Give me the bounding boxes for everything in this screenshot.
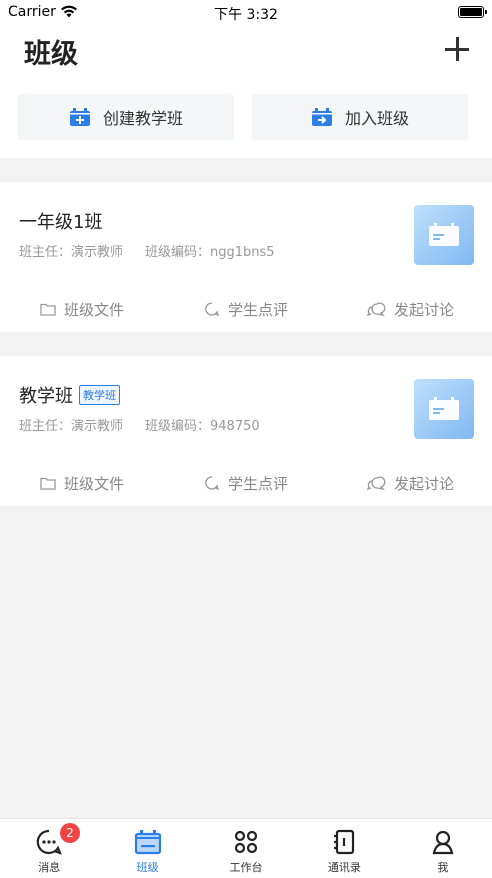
class-card[interactable]: 一年级1班 班主任：演示教师 班级编码：ngg1bns5 班级文件 学生点评 发… <box>0 182 492 332</box>
class-code: 班级编码：ngg1bns5 <box>145 245 275 260</box>
join-class-icon <box>311 108 332 126</box>
join-class-label: 加入班级 <box>344 109 409 128</box>
page-title: 班级 <box>24 39 78 70</box>
class-thumbnail <box>414 205 474 265</box>
discussion-icon <box>366 476 386 491</box>
tab-label: 我 <box>437 861 449 874</box>
message-icon <box>36 829 63 855</box>
tab-classes[interactable]: 班级 <box>98 819 196 878</box>
start-discussion-button[interactable]: 发起讨论 <box>328 468 492 498</box>
tab-messages[interactable]: 2 消息 <box>0 819 98 878</box>
class-code: 班级编码：948750 <box>145 419 260 434</box>
join-class-button[interactable]: 加入班级 <box>252 94 468 140</box>
class-icon <box>134 830 161 855</box>
folder-icon <box>40 303 56 316</box>
class-board-icon <box>429 223 459 246</box>
create-class-label: 创建教学班 <box>102 109 183 128</box>
class-files-button[interactable]: 班级文件 <box>0 294 164 324</box>
page-header: 班级 创建教学班 加入班级 <box>0 26 492 158</box>
create-class-icon <box>69 108 90 126</box>
student-review-button[interactable]: 学生点评 <box>164 294 328 324</box>
person-icon <box>432 830 454 855</box>
contacts-icon <box>334 829 355 855</box>
class-type-tag: 教学班 <box>79 385 120 405</box>
comment-icon <box>205 302 220 317</box>
battery-icon <box>458 6 487 18</box>
tab-label: 消息 <box>38 861 61 874</box>
status-time: 下午 3:32 <box>214 7 278 23</box>
tab-workbench[interactable]: 工作台 <box>197 819 295 878</box>
tab-bar: 2 消息 班级 工作台 通讯录 我 <box>0 818 492 878</box>
class-actions: 班级文件 学生点评 发起讨论 <box>0 294 492 324</box>
class-meta: 班主任：演示教师 班级编码：ngg1bns5 <box>19 241 275 260</box>
tab-label: 工作台 <box>229 861 263 874</box>
status-bar: Carrier 下午 3:32 <box>0 0 492 26</box>
create-class-button[interactable]: 创建教学班 <box>18 94 234 140</box>
class-name: 一年级1班 <box>19 212 103 233</box>
folder-icon <box>40 477 56 490</box>
class-teacher: 班主任：演示教师 <box>19 245 124 260</box>
add-button[interactable] <box>444 36 470 62</box>
class-meta: 班主任：演示教师 班级编码：948750 <box>19 415 260 434</box>
class-teacher: 班主任：演示教师 <box>19 419 124 434</box>
tab-label: 班级 <box>136 861 159 874</box>
start-discussion-button[interactable]: 发起讨论 <box>328 294 492 324</box>
class-actions: 班级文件 学生点评 发起讨论 <box>0 468 492 498</box>
tab-contacts[interactable]: 通讯录 <box>295 819 393 878</box>
comment-icon <box>205 476 220 491</box>
class-files-button[interactable]: 班级文件 <box>0 468 164 498</box>
tab-me[interactable]: 我 <box>394 819 492 878</box>
discussion-icon <box>366 302 386 317</box>
class-name: 教学班 <box>19 386 73 407</box>
class-board-icon <box>429 397 459 420</box>
student-review-button[interactable]: 学生点评 <box>164 468 328 498</box>
class-card[interactable]: 教学班 教学班 班主任：演示教师 班级编码：948750 班级文件 学生点评 发… <box>0 356 492 506</box>
grid-icon <box>234 830 258 854</box>
tab-label: 通讯录 <box>327 861 361 874</box>
class-thumbnail <box>414 379 474 439</box>
unread-badge: 2 <box>60 823 80 843</box>
